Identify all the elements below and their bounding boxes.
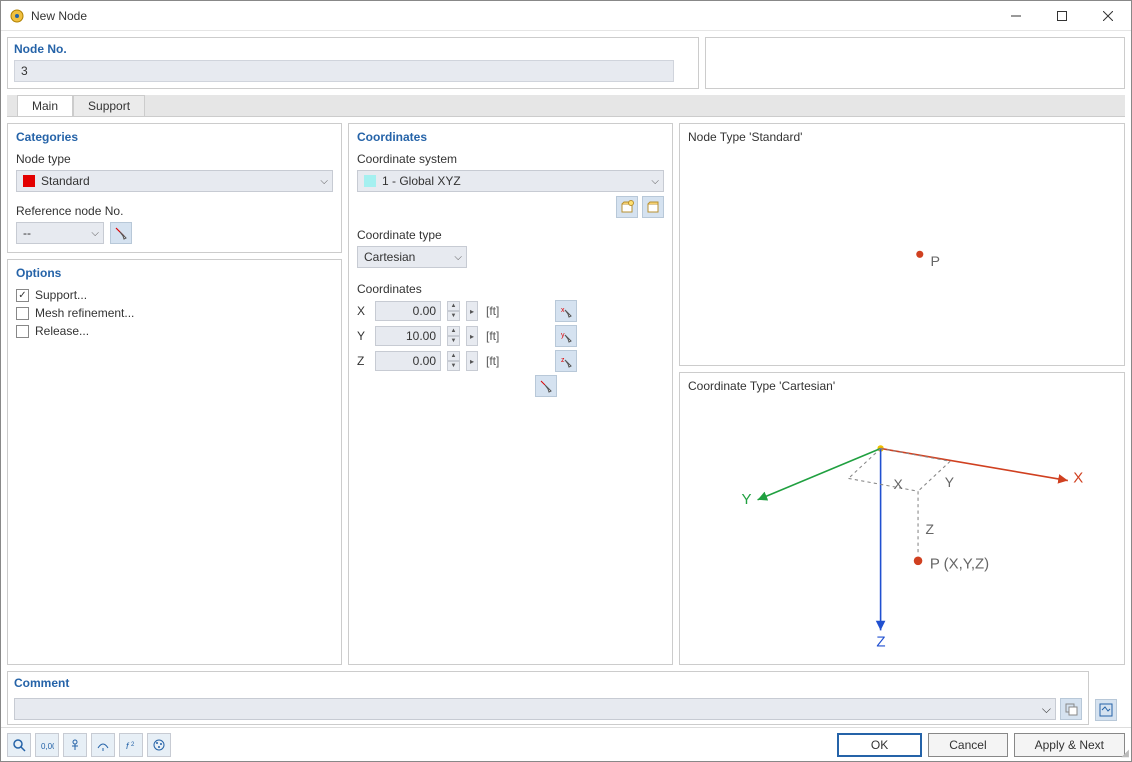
footer-tool-4[interactable] xyxy=(91,733,115,757)
svg-text:f: f xyxy=(126,741,130,751)
edit-coord-sys-button[interactable] xyxy=(642,196,664,218)
y-input[interactable]: 10.00 xyxy=(375,326,441,346)
coord-system-select[interactable]: 1 - Global XYZ ⌵ xyxy=(357,170,664,192)
apply-next-button[interactable]: Apply & Next xyxy=(1014,733,1125,757)
graphics-options-button[interactable] xyxy=(1095,699,1117,721)
checkbox-checked-icon: ✓ xyxy=(16,289,29,302)
x-expr-button[interactable]: ▸ xyxy=(466,301,478,321)
footer: 0,00 f2 OK Cancel Apply & Next ◢ xyxy=(1,727,1131,761)
new-coord-sys-button[interactable] xyxy=(616,196,638,218)
footer-tool-2[interactable]: 0,00 xyxy=(35,733,59,757)
footer-tool-3[interactable] xyxy=(63,733,87,757)
unit-label: [ft] xyxy=(486,304,499,318)
node-no-label: Node No. xyxy=(14,42,692,56)
checkbox-icon xyxy=(16,307,29,320)
node-no-input[interactable]: 3 xyxy=(14,60,674,82)
svg-text:y: y xyxy=(561,332,565,339)
titlebar: New Node xyxy=(1,1,1131,31)
coord-type-select[interactable]: Cartesian ⌵ xyxy=(357,246,467,268)
comment-title: Comment xyxy=(14,676,1082,690)
svg-text:X: X xyxy=(893,476,902,492)
pick-ref-icon[interactable] xyxy=(110,222,132,244)
categories-panel: Categories Node type Standard ⌵ Referenc… xyxy=(7,123,342,253)
cancel-button[interactable]: Cancel xyxy=(928,733,1007,757)
pick-xyz-button[interactable] xyxy=(535,375,557,397)
coord-type-preview-title: Coordinate Type 'Cartesian' xyxy=(688,379,1116,393)
y-label: Y xyxy=(357,329,369,343)
footer-tool-1[interactable] xyxy=(7,733,31,757)
node-type-select[interactable]: Standard ⌵ xyxy=(16,170,333,192)
svg-text:Y: Y xyxy=(742,491,752,508)
svg-text:P (X,Y,Z): P (X,Y,Z) xyxy=(930,555,989,572)
y-spinner[interactable]: ▲▼ xyxy=(447,326,460,346)
ref-node-label: Reference node No. xyxy=(16,204,333,218)
minimize-button[interactable] xyxy=(993,1,1039,31)
coordinates-title: Coordinates xyxy=(357,130,664,144)
chevron-down-icon: ⌵ xyxy=(651,176,659,187)
unit-label: [ft] xyxy=(486,329,499,343)
footer-tool-5[interactable]: f2 xyxy=(119,733,143,757)
options-panel: Options ✓ Support... Mesh refinement... … xyxy=(7,259,342,665)
pick-y-button[interactable]: y xyxy=(555,325,577,347)
pick-z-button[interactable]: z xyxy=(555,350,577,372)
x-label: X xyxy=(357,304,369,318)
cyan-square-icon xyxy=(364,175,376,187)
svg-text:Z: Z xyxy=(926,521,935,537)
maximize-button[interactable] xyxy=(1039,1,1085,31)
coord-values-label: Coordinates xyxy=(357,282,664,296)
chevron-down-icon: ⌵ xyxy=(1042,702,1051,717)
svg-text:z: z xyxy=(561,357,565,364)
chevron-down-icon: ⌵ xyxy=(454,252,462,263)
coordinates-panel: Coordinates Coordinate system 1 - Global… xyxy=(348,123,673,665)
pick-x-button[interactable]: x xyxy=(555,300,577,322)
p-label: P xyxy=(930,254,939,270)
chevron-down-icon: ⌵ xyxy=(91,228,99,239)
comment-input[interactable]: ⌵ xyxy=(14,698,1056,720)
coord-system-label: Coordinate system xyxy=(357,152,664,166)
tab-main[interactable]: Main xyxy=(17,95,73,116)
tab-support[interactable]: Support xyxy=(73,95,145,116)
blank-panel xyxy=(705,37,1125,89)
node-type-preview: Node Type 'Standard' P xyxy=(679,123,1125,366)
checkbox-icon xyxy=(16,325,29,338)
window-title: New Node xyxy=(31,9,993,23)
x-spinner[interactable]: ▲▼ xyxy=(447,301,460,321)
node-no-panel: Node No. 3 xyxy=(7,37,699,89)
y-expr-button[interactable]: ▸ xyxy=(466,326,478,346)
footer-tool-6[interactable] xyxy=(147,733,171,757)
svg-text:0,00: 0,00 xyxy=(41,742,54,751)
z-label: Z xyxy=(357,354,369,368)
node-type-label: Node type xyxy=(16,152,333,166)
check-support[interactable]: ✓ Support... xyxy=(16,288,333,302)
svg-text:Y: Y xyxy=(945,474,954,490)
svg-text:x: x xyxy=(561,307,565,314)
check-mesh[interactable]: Mesh refinement... xyxy=(16,306,333,320)
resize-grip-icon[interactable]: ◢ xyxy=(1121,748,1129,759)
check-release[interactable]: Release... xyxy=(16,324,333,338)
app-icon xyxy=(9,8,25,24)
tabs: Main Support xyxy=(7,95,1125,117)
z-spinner[interactable]: ▲▼ xyxy=(447,351,460,371)
options-title: Options xyxy=(16,266,333,280)
svg-text:2: 2 xyxy=(131,742,135,748)
close-button[interactable] xyxy=(1085,1,1131,31)
node-type-preview-title: Node Type 'Standard' xyxy=(688,130,1116,144)
x-input[interactable]: 0.00 xyxy=(375,301,441,321)
svg-text:Z: Z xyxy=(876,633,885,650)
ok-button[interactable]: OK xyxy=(837,733,922,757)
comment-panel: Comment ⌵ xyxy=(7,671,1089,725)
unit-label: [ft] xyxy=(486,354,499,368)
copy-comment-button[interactable] xyxy=(1060,698,1082,720)
ref-node-select[interactable]: -- ⌵ xyxy=(16,222,104,244)
red-square-icon xyxy=(23,175,35,187)
svg-text:X: X xyxy=(1073,469,1083,486)
chevron-down-icon: ⌵ xyxy=(320,176,328,187)
categories-title: Categories xyxy=(16,130,333,144)
coord-type-preview: Coordinate Type 'Cartesian' X xyxy=(679,372,1125,665)
z-expr-button[interactable]: ▸ xyxy=(466,351,478,371)
coord-type-label: Coordinate type xyxy=(357,228,664,242)
z-input[interactable]: 0.00 xyxy=(375,351,441,371)
